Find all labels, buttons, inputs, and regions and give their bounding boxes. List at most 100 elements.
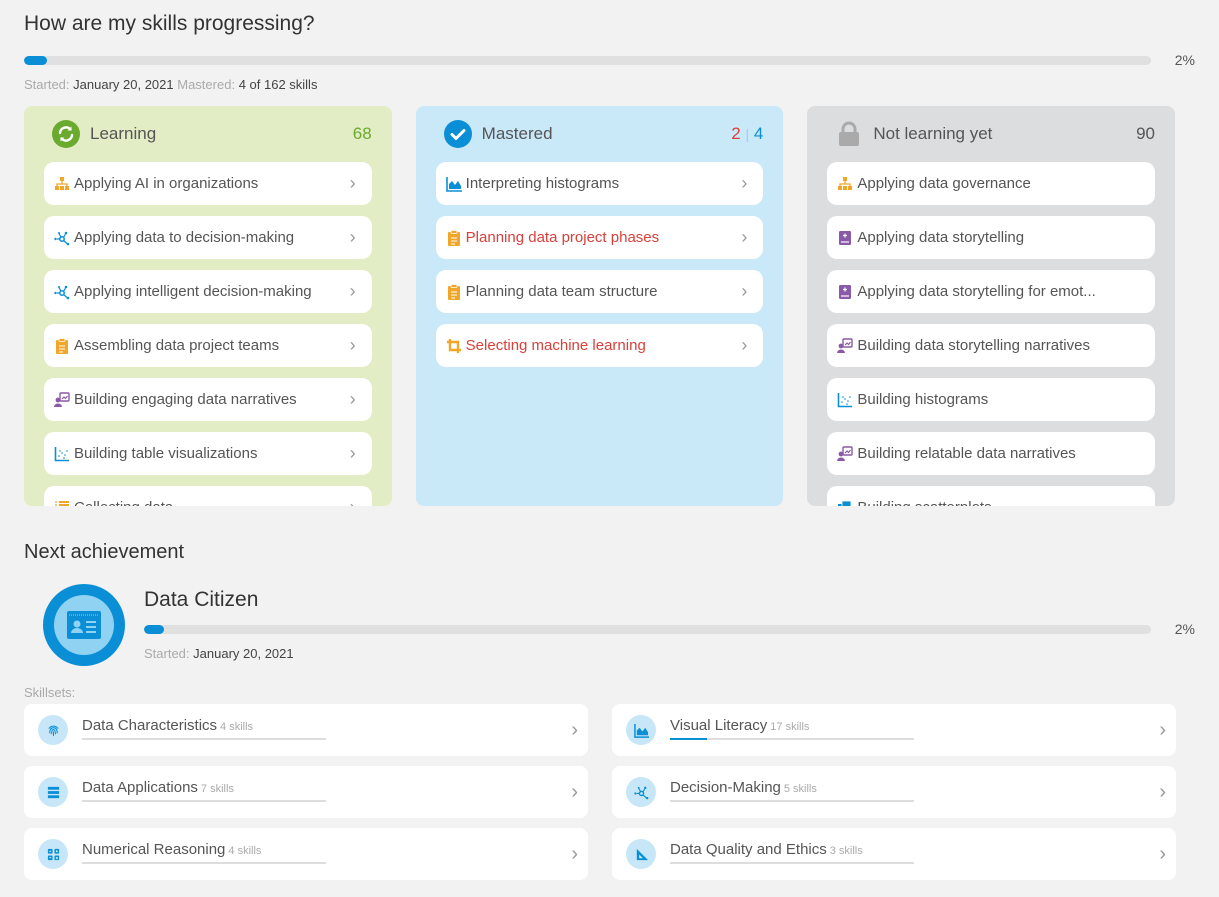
fingerprint-icon xyxy=(47,725,59,736)
mastered-count-blue: 4 xyxy=(753,124,764,143)
area-chart-icon xyxy=(633,723,649,738)
skillset-count: 7 skills xyxy=(200,782,234,795)
skillset-icon-circle xyxy=(38,839,68,869)
skillset-item[interactable]: Visual Literacy 17 skills › xyxy=(612,704,1176,756)
skillsets-grid: Data Characteristics 4 skills › Visual Li… xyxy=(24,704,1176,880)
skill-item[interactable]: Building engaging data narratives › xyxy=(44,378,372,421)
skill-columns: Learning 68 Applying AI in organizations… xyxy=(24,106,1176,506)
mastered-title: Mastered xyxy=(481,124,553,143)
skill-item[interactable]: Selecting machine learning › xyxy=(435,324,764,367)
skill-item[interactable]: Applying data storytelling for emot... xyxy=(827,270,1156,313)
skill-item[interactable]: Building histograms xyxy=(827,378,1156,421)
skill-item[interactable]: Building data storytelling narratives xyxy=(827,324,1156,367)
skill-item[interactable]: Building table visualizations › xyxy=(44,432,372,475)
overall-progress-fill xyxy=(24,55,47,65)
skillset-progress-bar xyxy=(82,737,326,740)
chevron-right-icon: › xyxy=(741,335,748,355)
skill-item-label: Building data storytelling narratives xyxy=(857,337,1090,354)
skill-item-label: Applying AI in organizations xyxy=(74,175,259,192)
learning-title: Learning xyxy=(90,124,157,143)
skill-item[interactable]: Applying data to decision-making › xyxy=(44,216,372,259)
skill-item-label: Applying data storytelling xyxy=(857,229,1025,246)
skillset-icon-circle xyxy=(626,715,656,745)
page-title: How are my skills progressing? xyxy=(24,12,315,35)
chevron-right-icon: › xyxy=(1159,718,1166,741)
scatter-chart-icon xyxy=(838,392,853,407)
chevron-right-icon: › xyxy=(349,173,356,193)
mastered-header: Mastered 2 | 4 xyxy=(436,120,763,148)
skillset-progress-bar xyxy=(670,737,914,740)
skill-item[interactable]: Building relatable data narratives xyxy=(827,432,1156,475)
skill-item[interactable]: Applying data storytelling xyxy=(827,216,1156,259)
book-icon xyxy=(839,230,852,245)
achievement-progress-percent: 2% xyxy=(1174,621,1195,637)
skill-item[interactable]: Planning data project phases › xyxy=(435,216,764,259)
mastered-label: Mastered: xyxy=(177,77,236,92)
chevron-right-icon: › xyxy=(1159,842,1166,865)
skillset-item[interactable]: Data Quality and Ethics 3 skills › xyxy=(612,828,1176,880)
skill-item-label: Planning data team structure xyxy=(465,283,658,300)
documents-icon xyxy=(838,500,852,506)
skillset-item[interactable]: Decision-Making 5 skills › xyxy=(612,766,1176,818)
learning-list: Applying AI in organizations › Applying da… xyxy=(44,162,372,506)
achievement-progress: 2% xyxy=(144,621,1195,637)
achievement-started-label: Started: xyxy=(144,646,190,661)
skill-item[interactable]: Applying intelligent decision-making › xyxy=(44,270,372,313)
skillset-name: Data Characteristics xyxy=(82,716,218,734)
skillset-icon-circle xyxy=(38,777,68,807)
started-value: January 20, 2021 xyxy=(73,77,174,92)
skillset-progress-bar xyxy=(82,799,326,802)
skill-item-label: Selecting machine learning xyxy=(465,337,646,354)
skill-item[interactable]: Assembling data project teams › xyxy=(44,324,372,367)
skillset-progress-bar xyxy=(82,861,326,864)
refresh-icon xyxy=(52,120,80,148)
not-learning-title: Not learning yet xyxy=(873,124,993,143)
skillset-count: 3 skills xyxy=(829,844,863,857)
chevron-right-icon: › xyxy=(741,173,748,193)
chevron-right-icon: › xyxy=(349,443,356,463)
next-achievement-heading: Next achievement xyxy=(24,541,185,563)
not-learning-column: Not learning yet 90 Applying data govern… xyxy=(807,106,1176,506)
clipboard-icon xyxy=(447,283,460,300)
network-icon xyxy=(54,231,70,245)
learning-header: Learning 68 xyxy=(44,120,372,148)
org-chart-icon xyxy=(838,176,853,190)
book-icon xyxy=(839,284,852,299)
chevron-right-icon: › xyxy=(571,842,578,865)
chevron-right-icon: › xyxy=(350,497,362,506)
skillset-item[interactable]: Data Applications 7 skills › xyxy=(24,766,588,818)
skillset-count: 17 skills xyxy=(770,720,810,733)
skill-item[interactable]: Applying AI in organizations › xyxy=(44,162,372,205)
mastered-count-separator: | xyxy=(745,126,750,142)
not-learning-count: 90 xyxy=(1136,124,1156,143)
mastered-count: 2 | 4 xyxy=(731,124,763,144)
skill-item[interactable]: Interpreting histograms › xyxy=(435,162,764,205)
skillset-count: 4 skills xyxy=(220,720,254,733)
list-icon xyxy=(55,500,69,506)
chevron-right-icon: › xyxy=(349,281,356,301)
skillset-item[interactable]: Data Characteristics 4 skills › xyxy=(24,704,588,756)
presenter-icon xyxy=(54,391,70,407)
skill-item[interactable]: Building scatterplots xyxy=(827,486,1156,506)
skillsets-label: Skillsets: xyxy=(24,685,76,700)
lock-icon xyxy=(839,121,860,146)
skillset-name: Data Applications xyxy=(82,778,198,796)
achievement-progress-fill xyxy=(144,624,165,634)
skill-item-label: Collecting data xyxy=(74,499,350,506)
skillset-icon-circle xyxy=(38,715,68,745)
network-icon xyxy=(54,285,70,299)
skillset-progress-bar xyxy=(670,861,914,864)
skill-item[interactable]: Applying data governance xyxy=(827,162,1156,205)
server-icon xyxy=(47,786,59,798)
chevron-right-icon: › xyxy=(571,780,578,803)
skill-item[interactable]: Collecting data› xyxy=(44,486,372,506)
skillset-count: 5 skills xyxy=(783,782,817,795)
skill-item[interactable]: Planning data team structure › xyxy=(435,270,764,313)
skillset-item[interactable]: Numerical Reasoning 4 skills › xyxy=(24,828,588,880)
overview-meta: Started: January 20, 2021 Mastered: 4 of… xyxy=(24,77,317,92)
skill-item-label: Assembling data project teams xyxy=(74,337,280,354)
checkmark-circle-icon xyxy=(443,120,472,148)
learning-column: Learning 68 Applying AI in organizations… xyxy=(24,106,392,506)
presenter-icon xyxy=(837,445,854,461)
skill-item-label: Applying data storytelling for emot... xyxy=(857,283,1096,300)
